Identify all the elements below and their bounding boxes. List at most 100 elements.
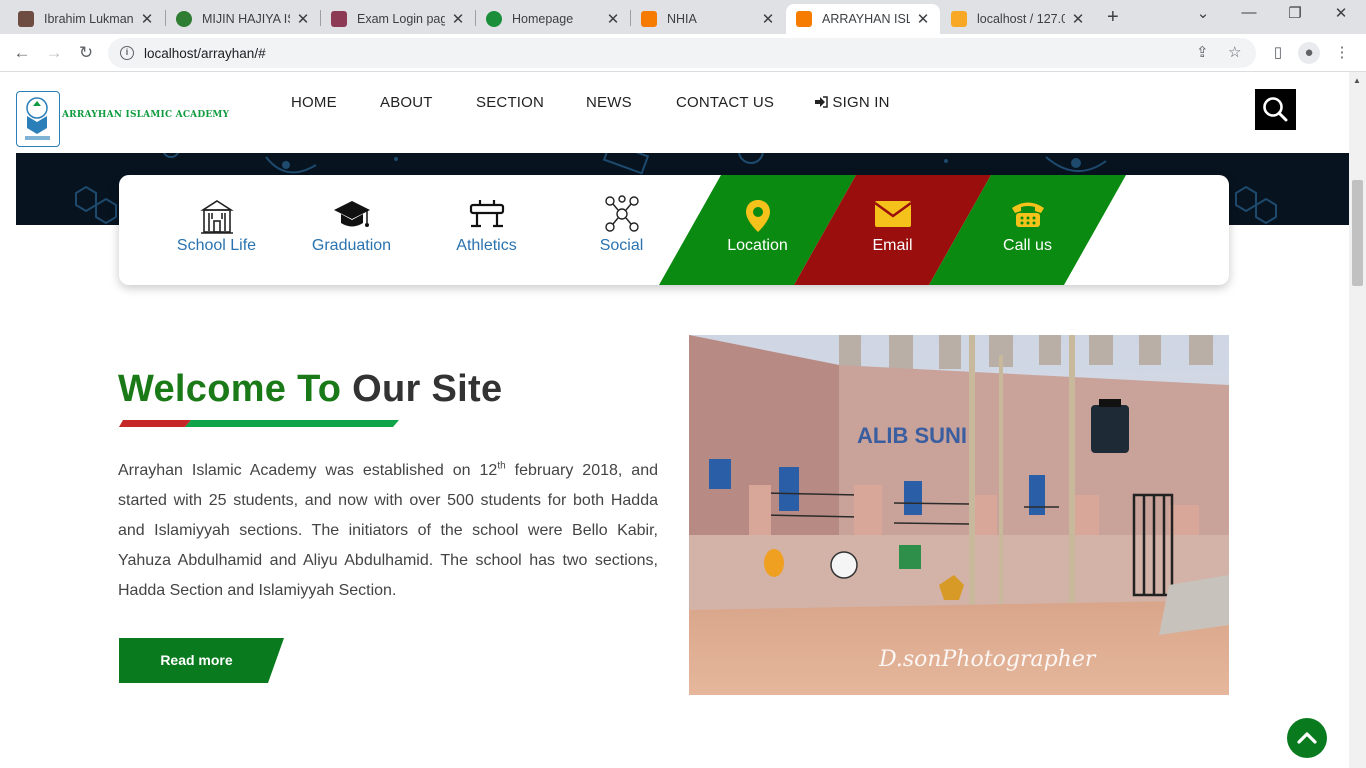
feature-location[interactable]: Location — [690, 175, 825, 285]
sign-in-label: SIGN IN — [832, 94, 890, 111]
share-icon[interactable]: ⇪ — [1196, 38, 1209, 68]
profile-avatar-icon[interactable]: ● — [1298, 42, 1320, 64]
tab-favicon-icon — [641, 11, 657, 27]
paragraph-text: Arrayhan Islamic Academy was established… — [118, 462, 498, 479]
browser-tab[interactable]: NHIA ✕ — [631, 4, 785, 34]
restore-icon[interactable]: ❐ — [1283, 4, 1307, 22]
forward-icon[interactable]: → — [42, 41, 66, 65]
sign-in-icon — [815, 96, 828, 108]
feature-call-us[interactable]: Call us — [960, 175, 1095, 285]
nav-section[interactable]: SECTION — [476, 94, 544, 111]
tab-title: localhost / 127.0. — [977, 12, 1065, 26]
address-bar: ← → ↻ i localhost/arrayhan/# ⇪ ☆ ▯ ● ⋮ — [0, 34, 1366, 72]
browser-tab[interactable]: Exam Login page ✕ — [321, 4, 475, 34]
tab-favicon-icon — [331, 11, 347, 27]
browser-tab-bar: Ibrahim Lukman ✕ MIJIN HAJIYA ISL ✕ Exam… — [0, 0, 1366, 34]
page-viewport: ARRAYHAN ISLAMIC ACADEMY HOME ABOUT SECT… — [0, 72, 1349, 768]
feature-social[interactable]: Social — [554, 175, 689, 285]
feature-label: Call us — [1003, 237, 1052, 254]
feature-athletics[interactable]: Athletics — [419, 175, 554, 285]
feature-card: School Life Graduation Athletics Social … — [119, 175, 1229, 285]
feature-school-life[interactable]: School Life — [149, 175, 284, 285]
building-sign-text: ALIB SUNI — [857, 423, 967, 448]
chevron-up-icon — [1297, 732, 1317, 744]
phone-icon — [1011, 202, 1044, 227]
photographer-watermark: D.sonPhotographer — [879, 647, 1096, 672]
school-photo: ALIB SUNI D.sonPhotographer — [689, 335, 1229, 695]
welcome-paragraph: Arrayhan Islamic Academy was established… — [118, 456, 658, 606]
close-icon[interactable]: ✕ — [1071, 10, 1085, 28]
close-icon[interactable]: ✕ — [296, 10, 310, 28]
read-more-button[interactable]: Read more — [119, 638, 284, 683]
social-network-icon — [604, 195, 639, 232]
school-building-photo: ALIB SUNI — [689, 335, 1229, 695]
close-icon[interactable]: ✕ — [916, 10, 930, 28]
graduation-cap-icon — [333, 201, 370, 227]
feature-label: Graduation — [311, 237, 392, 254]
feature-label: Location — [727, 237, 788, 254]
tab-title: MIJIN HAJIYA ISL — [202, 12, 290, 26]
close-icon[interactable]: ✕ — [606, 10, 620, 28]
tab-title: Ibrahim Lukman — [44, 12, 134, 26]
read-more-label: Read more — [160, 652, 233, 668]
tab-favicon-icon — [176, 11, 192, 27]
bookmark-star-icon[interactable]: ☆ — [1228, 38, 1241, 68]
close-window-icon[interactable]: ✕ — [1329, 4, 1353, 22]
nav-contact-us[interactable]: CONTACT US — [676, 94, 774, 111]
academy-name[interactable]: ARRAYHAN ISLAMIC ACADEMY — [62, 110, 229, 120]
welcome-heading-green: Welcome To — [118, 368, 342, 410]
browser-tab[interactable]: Homepage ✕ — [476, 4, 630, 34]
welcome-heading-dark: Our Site — [352, 368, 503, 410]
tab-search-icon[interactable]: ⌄ — [1191, 4, 1215, 22]
tab-title: Exam Login page — [357, 12, 445, 26]
minimize-icon[interactable]: — — [1237, 4, 1261, 21]
academy-logo[interactable] — [16, 91, 60, 147]
heading-underline — [119, 420, 399, 427]
nav-about[interactable]: ABOUT — [380, 94, 433, 111]
browser-tab-active[interactable]: ARRAYHAN ISLA ✕ — [786, 4, 940, 34]
envelope-icon — [873, 201, 912, 227]
browser-tab[interactable]: localhost / 127.0. ✕ — [941, 4, 1095, 34]
menu-kebab-icon[interactable]: ⋮ — [1331, 42, 1353, 64]
back-icon[interactable]: ← — [10, 41, 34, 65]
reload-icon[interactable]: ↻ — [74, 41, 98, 65]
feature-graduation[interactable]: Graduation — [284, 175, 419, 285]
paragraph-superscript: th — [497, 460, 506, 472]
school-building-icon — [199, 200, 234, 234]
scroll-thumb[interactable] — [1352, 180, 1363, 286]
search-icon — [1263, 97, 1288, 122]
feature-email[interactable]: Email — [825, 175, 960, 285]
tab-favicon-icon — [486, 11, 502, 27]
scroll-up-arrow-icon[interactable]: ▲ — [1353, 76, 1361, 85]
nav-home[interactable]: HOME — [291, 94, 337, 111]
gym-bench-icon — [469, 200, 504, 228]
browser-tab[interactable]: MIJIN HAJIYA ISL ✕ — [166, 4, 320, 34]
site-info-icon[interactable]: i — [120, 46, 134, 60]
close-icon[interactable]: ✕ — [140, 10, 154, 28]
tab-favicon-icon — [951, 11, 967, 27]
close-icon[interactable]: ✕ — [761, 10, 775, 28]
page-scrollbar[interactable]: ▲ — [1349, 72, 1366, 768]
tab-title: Homepage — [512, 12, 574, 26]
scroll-to-top-button[interactable] — [1287, 718, 1327, 758]
side-panel-icon[interactable]: ▯ — [1267, 42, 1289, 64]
map-pin-icon — [745, 200, 770, 232]
feature-label: Athletics — [456, 237, 517, 254]
welcome-heading: Welcome To Our Site — [118, 368, 502, 411]
browser-tab[interactable]: Ibrahim Lukman ✕ — [8, 4, 164, 34]
close-icon[interactable]: ✕ — [451, 10, 465, 28]
tab-title: NHIA — [667, 12, 697, 26]
tab-favicon-icon — [796, 11, 812, 27]
feature-label: Social — [599, 237, 644, 254]
feature-label: School Life — [176, 237, 257, 254]
nav-sign-in[interactable]: SIGN IN — [815, 94, 890, 111]
paragraph-text: february 2018, and started with 25 stude… — [118, 462, 659, 599]
feature-label: Email — [872, 237, 913, 254]
search-button[interactable] — [1255, 89, 1296, 130]
tab-favicon-icon — [18, 11, 34, 27]
tab-title: ARRAYHAN ISLA — [822, 12, 910, 26]
url-input[interactable]: i localhost/arrayhan/# ⇪ ☆ — [108, 38, 1256, 68]
site-header: ARRAYHAN ISLAMIC ACADEMY HOME ABOUT SECT… — [0, 72, 1349, 153]
new-tab-icon[interactable]: + — [1107, 6, 1119, 29]
nav-news[interactable]: NEWS — [586, 94, 632, 111]
